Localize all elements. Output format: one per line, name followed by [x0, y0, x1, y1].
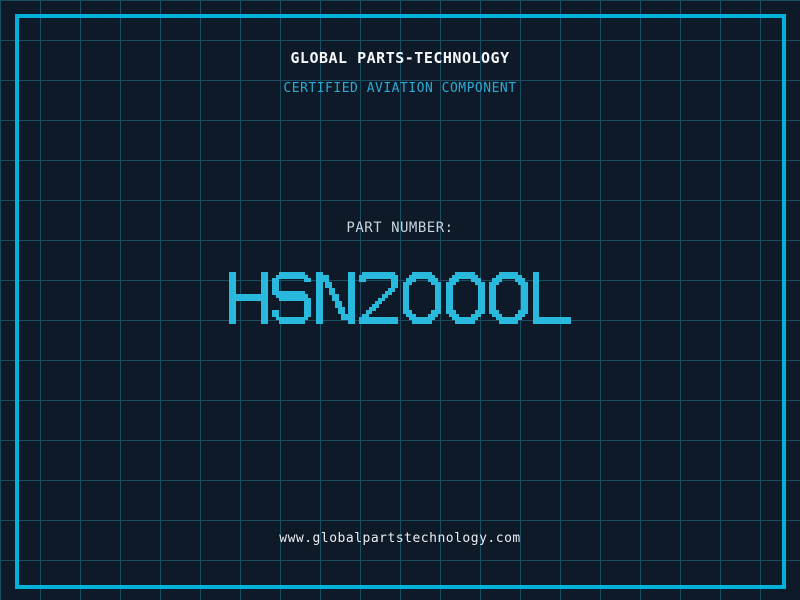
company-title: GLOBAL PARTS-TECHNOLOGY — [290, 49, 510, 67]
certification-subtitle: CERTIFIED AVIATION COMPONENT — [283, 81, 517, 96]
part-number-label: PART NUMBER: — [346, 220, 454, 236]
part-number-char — [532, 272, 572, 324]
part-number-char — [315, 272, 355, 324]
part-number-display — [0, 272, 800, 324]
certificate-page: GLOBAL PARTS-TECHNOLOGY CERTIFIED AVIATI… — [0, 0, 800, 600]
part-number-char — [489, 272, 529, 324]
website-url: www.globalpartstechnology.com — [279, 531, 521, 546]
part-number-char — [445, 272, 485, 324]
part-number-char — [402, 272, 442, 324]
part-number-char — [228, 272, 268, 324]
part-number-char — [272, 272, 312, 324]
part-number-char — [359, 272, 398, 324]
